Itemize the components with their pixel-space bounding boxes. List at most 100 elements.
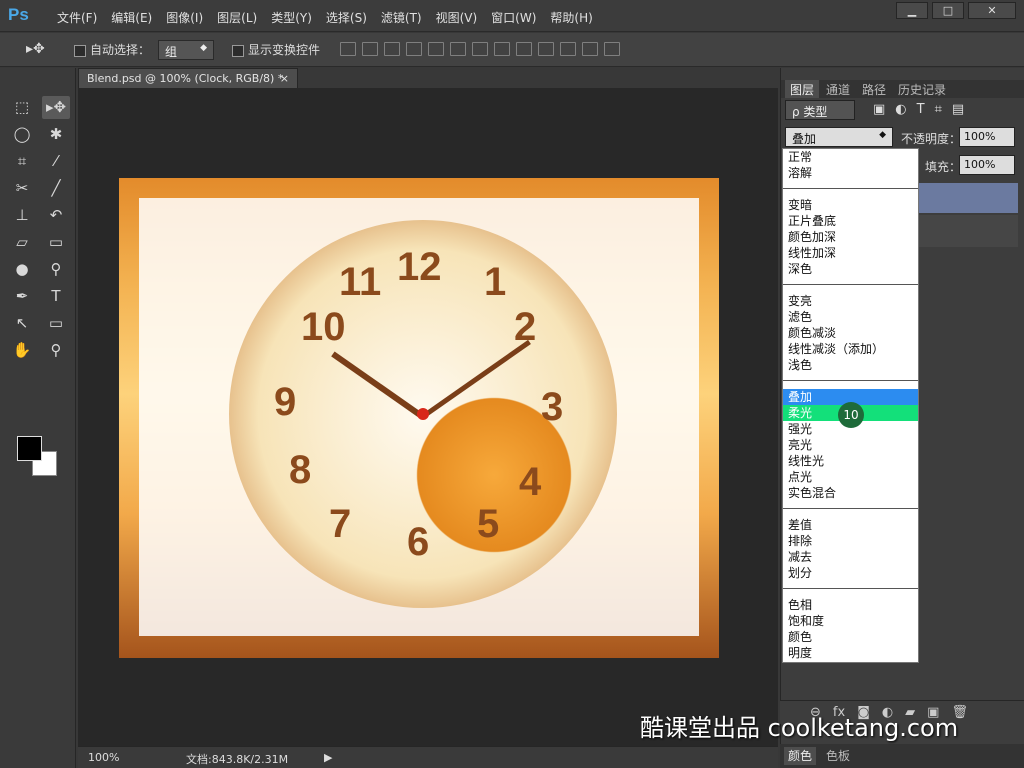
blend-option[interactable]: 深色 [783,261,918,277]
blend-option[interactable]: 明度 [783,645,918,661]
blend-option[interactable]: 色相 [783,597,918,613]
auto-select-value: 组 [165,45,178,59]
blend-option[interactable]: 变暗 [783,197,918,213]
crop-tool-icon[interactable]: ⌗ [8,150,36,173]
show-transform-checkbox[interactable]: 显示变换控件 [232,41,320,58]
menu-type[interactable]: 类型(Y) [264,9,319,26]
blur-tool-icon[interactable]: ● [8,258,36,281]
menu-layer[interactable]: 图层(L) [210,9,264,26]
menu-file[interactable]: 文件(F) [50,9,104,26]
status-arrow-icon[interactable]: ▶ [324,751,332,764]
adjustment-filter-icon[interactable]: ◐ [895,102,906,117]
numeral: 5 [477,502,500,546]
smart-filter-icon[interactable]: ▤ [952,102,964,117]
blend-option[interactable]: 颜色减淡 [783,325,918,341]
auto-align-icon[interactable] [604,42,620,56]
blend-option[interactable]: 正常 [783,149,918,165]
tab-layers[interactable]: 图层 [785,80,820,98]
distribute-right-icon[interactable] [582,42,598,56]
blend-option[interactable]: 浅色 [783,357,918,373]
layer-row[interactable] [918,215,1018,247]
numeral: 7 [329,502,352,546]
blend-mode-select[interactable]: 叠加 ◆ [785,127,893,147]
tab-color[interactable]: 颜色 [784,747,817,765]
healing-brush-icon[interactable]: ✂ [8,177,36,200]
blend-option[interactable]: 变亮 [783,293,918,309]
magic-wand-icon[interactable]: ✱ [42,123,70,146]
close-button[interactable]: ✕ [968,2,1016,19]
blend-option[interactable]: 线性减淡（添加） [783,341,918,357]
distribute-left-icon[interactable] [538,42,554,56]
minimize-button[interactable]: ▁ [896,2,928,19]
blend-option[interactable]: 差值 [783,517,918,533]
distribute-bottom-icon[interactable] [516,42,532,56]
marquee-tool-icon[interactable]: ⬚ [8,96,36,119]
menu-filter[interactable]: 滤镜(T) [374,9,429,26]
foreground-color-swatch[interactable] [17,436,42,461]
blend-option[interactable]: 正片叠底 [783,213,918,229]
hand-tool-icon[interactable]: ✋ [8,339,36,362]
blend-option[interactable]: 排除 [783,533,918,549]
lasso-tool-icon[interactable]: ◯ [8,123,36,146]
close-tab-icon[interactable]: × [280,72,289,85]
distribute-top-icon[interactable] [472,42,488,56]
history-brush-icon[interactable]: ↶ [42,204,70,227]
brush-tool-icon[interactable]: ╱ [42,177,70,200]
move-tool-icon[interactable]: ▸✥ [26,41,45,57]
layer-row-selected[interactable] [918,183,1018,213]
shape-filter-icon[interactable]: ⌗ [935,102,942,117]
align-bottom-icon[interactable] [384,42,400,56]
type-filter-icon[interactable]: T [917,102,925,117]
document-tab[interactable]: Blend.psd @ 100% (Clock, RGB/8) * × [78,68,298,88]
type-tool-icon[interactable]: T [42,285,70,308]
align-hcenter-icon[interactable] [428,42,444,56]
align-top-icon[interactable] [340,42,356,56]
eyedropper-icon[interactable]: ⁄ [42,150,70,173]
opacity-input[interactable]: 100% [959,127,1015,147]
align-right-icon[interactable] [450,42,466,56]
pen-tool-icon[interactable]: ✒ [8,285,36,308]
distribute-vcenter-icon[interactable] [494,42,510,56]
stamp-tool-icon[interactable]: ⊥ [8,204,36,227]
path-select-icon[interactable]: ↖ [8,312,36,335]
eraser-tool-icon[interactable]: ▱ [8,231,36,254]
dodge-tool-icon[interactable]: ⚲ [42,258,70,281]
menu-edit[interactable]: 编辑(E) [104,9,159,26]
blend-option[interactable]: 划分 [783,565,918,581]
tab-history[interactable]: 历史记录 [893,80,951,98]
auto-select-checkbox[interactable]: 自动选择： [74,41,150,58]
menu-help[interactable]: 帮助(H) [543,9,599,26]
shape-tool-icon[interactable]: ▭ [42,312,70,335]
zoom-tool-icon[interactable]: ⚲ [42,339,70,362]
blend-option[interactable]: 减去 [783,549,918,565]
blend-option[interactable]: 滤色 [783,309,918,325]
blend-option[interactable]: 点光 [783,469,918,485]
blend-option[interactable]: 亮光 [783,437,918,453]
menu-window[interactable]: 窗口(W) [484,9,543,26]
move-tool-icon[interactable]: ▸✥ [42,96,70,119]
blend-option[interactable]: 实色混合 [783,485,918,501]
canvas-area[interactable]: 12 2 3 4 5 6 7 8 9 10 11 1 [78,88,778,748]
tab-channels[interactable]: 通道 [821,80,855,98]
blend-option[interactable]: 颜色 [783,629,918,645]
blend-option[interactable]: 线性加深 [783,245,918,261]
align-left-icon[interactable] [406,42,422,56]
auto-select-dropdown[interactable]: 组 ◆ [158,40,214,60]
align-vcenter-icon[interactable] [362,42,378,56]
blend-option[interactable]: 线性光 [783,453,918,469]
tab-swatches[interactable]: 色板 [822,747,854,765]
menu-select[interactable]: 选择(S) [319,9,374,26]
pixel-filter-icon[interactable]: ▣ [873,102,885,117]
gradient-tool-icon[interactable]: ▭ [42,231,70,254]
distribute-hcenter-icon[interactable] [560,42,576,56]
zoom-level[interactable]: 100% [88,751,119,764]
menu-view[interactable]: 视图(V) [429,9,485,26]
blend-option[interactable]: 颜色加深 [783,229,918,245]
fill-input[interactable]: 100% [959,155,1015,175]
maximize-button[interactable]: □ [932,2,964,19]
blend-option[interactable]: 溶解 [783,165,918,181]
tab-paths[interactable]: 路径 [857,80,891,98]
layer-filter-select[interactable]: ρ 类型 [785,100,855,120]
menu-image[interactable]: 图像(I) [159,9,210,26]
blend-option[interactable]: 饱和度 [783,613,918,629]
